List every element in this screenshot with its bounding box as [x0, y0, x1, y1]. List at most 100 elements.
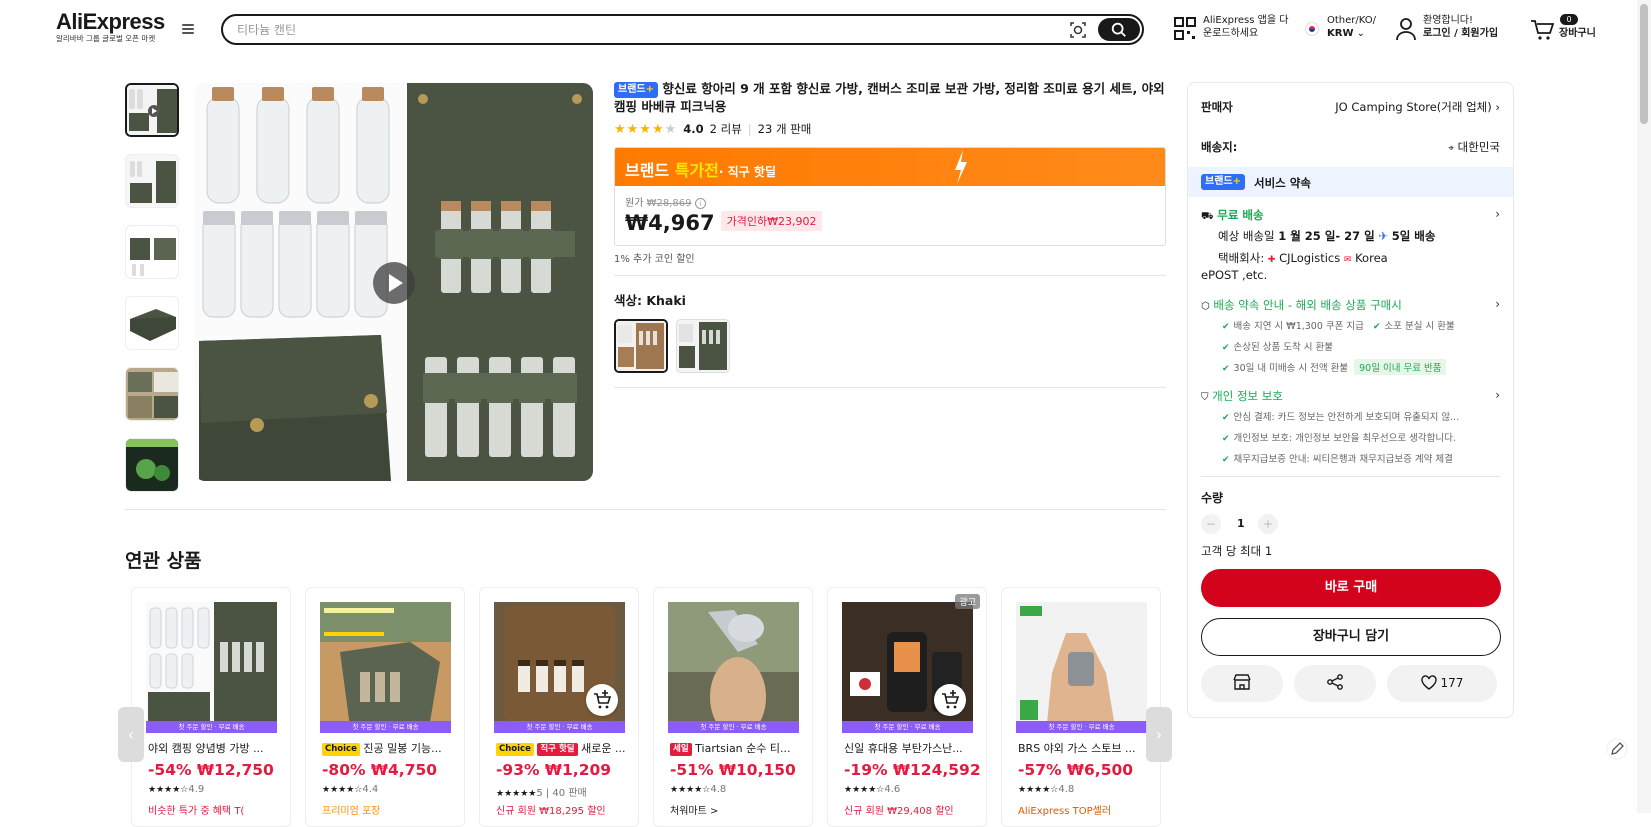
product-card-image	[146, 602, 277, 733]
video-play-icon[interactable]	[373, 262, 415, 304]
thumbnail-1[interactable]	[125, 83, 179, 137]
product-card-title: BRS 야외 가스 스토브 ...	[1018, 740, 1153, 756]
product-card[interactable]: 첫 주문 할인 · 무료 배송 야외 캠핑 양념병 가방 ... -54% ₩12,…	[131, 587, 291, 827]
product-card-price: -19% ₩124,592	[844, 761, 981, 779]
original-price-row: 원가 ₩28,869 i	[625, 194, 1155, 209]
top-header: AliExpress 알리바바 그룹 글로벌 오픈 마켓 AliExpress …	[0, 0, 1651, 58]
cart-link[interactable]: 장바구니	[1559, 27, 1596, 40]
seller-row[interactable]: 판매자 JO Camping Store(거래 업체) ›	[1201, 99, 1500, 115]
rating-value: 4.0	[683, 122, 704, 136]
review-count-link[interactable]: 2 리뷰	[710, 121, 742, 137]
wishlist-button[interactable]: 177	[1387, 665, 1497, 702]
courier-label: 택배회사:	[1218, 251, 1265, 265]
sale-price: ₩4,967	[625, 211, 715, 235]
korea-flag-icon	[1305, 22, 1319, 36]
rating-value: 4.8	[1058, 784, 1075, 795]
lightning-icon	[955, 150, 967, 184]
user-icon[interactable]	[1395, 17, 1417, 41]
product-card[interactable]: 첫 주문 할인 · 무료 배송 세일 Tiartsian 순수 티... -51% …	[653, 587, 813, 827]
carousel-prev-button[interactable]: ‹	[118, 707, 144, 762]
qr-code-icon[interactable]	[1174, 17, 1196, 41]
shipping-promise-row[interactable]: ⬡ 배송 약속 안내 - 해외 배송 상품 구매시 ›	[1201, 297, 1500, 313]
brand-plus-badge: 브랜드+	[1201, 174, 1245, 190]
app-download-text-1: AliExpress 앱을 다	[1203, 15, 1289, 26]
check-icon: ✔	[1222, 322, 1230, 332]
chevron-right-icon: ›	[1495, 100, 1500, 114]
privacy-text-3: 채무지급보증 안내: 씨티은행과 채무지급보증 계약 체결	[1233, 454, 1453, 465]
thumbnail-2[interactable]	[125, 154, 179, 208]
product-card-price: -51% ₩10,150	[670, 761, 796, 779]
product-card[interactable]: 첫 주문 할인 · 무료 배송 Choice 직구 핫딜 새로운 ... -93% …	[479, 587, 639, 827]
app-download-link[interactable]: AliExpress 앱을 다 운로드하세요	[1203, 14, 1288, 40]
product-title-text: 야외 캠핑 양념병 가방 ...	[148, 742, 264, 755]
courier-cj: CJLogistics	[1279, 251, 1341, 265]
price-drop-badge: 가격인하₩23,902	[720, 211, 823, 231]
search-button[interactable]	[1098, 18, 1140, 41]
truck-icon: ⛟	[1201, 211, 1214, 222]
promise-text-3: 손상된 상품 도착 시 환불	[1233, 342, 1334, 353]
add-to-cart-button[interactable]: 장바구니 담기	[1201, 618, 1501, 656]
thumbnail-list	[125, 83, 181, 509]
store-button[interactable]	[1201, 665, 1283, 702]
product-tag-2: 직구 핫딜	[537, 743, 578, 756]
thumbnail-3[interactable]	[125, 225, 179, 279]
promo-strip: 첫 주문 할인 · 무료 배송	[146, 721, 277, 733]
ship-to-row[interactable]: 배송지: ⌖ 대한민국	[1201, 139, 1500, 155]
cj-logo-icon: ✚	[1267, 255, 1276, 265]
product-card-rating: ★★★★☆4.6	[844, 784, 900, 795]
product-card-benefit: AliExpress TOP셀러	[1018, 806, 1112, 817]
edit-pen-icon[interactable]	[1606, 738, 1628, 760]
product-card-benefit: 처워마트 >	[670, 806, 719, 817]
aliexpress-logo[interactable]: AliExpress 알리바바 그룹 글로벌 오픈 마켓	[56, 10, 165, 44]
thumbnail-6[interactable]	[125, 438, 179, 492]
product-card[interactable]: 첫 주문 할인 · 무료 배송 BRS 야외 가스 스토브 ... -57% ₩6,…	[1001, 587, 1161, 827]
promo-strip: 첫 주문 할인 · 무료 배송	[842, 721, 973, 733]
swatch-khaki[interactable]	[614, 319, 668, 373]
free-shipping-row[interactable]: ⛟ 무료 배송 ›	[1201, 207, 1500, 224]
privacy-row[interactable]: ⛉ 개인 정보 보호 ›	[1201, 388, 1500, 404]
rating-stars: ★★★★☆	[1018, 785, 1059, 795]
privacy-item: ✔ 개인정보 보호: 개인정보 보안을 최우선으로 생각합니다.	[1222, 430, 1456, 444]
divider	[614, 275, 1166, 276]
add-to-cart-icon[interactable]	[934, 684, 966, 716]
original-price: ₩28,869	[646, 198, 692, 209]
check-icon: ✔	[1222, 413, 1230, 423]
product-title-text: 진공 밀봉 기능...	[363, 742, 442, 755]
page-scrollbar[interactable]	[1637, 0, 1651, 813]
info-icon[interactable]: i	[694, 198, 706, 209]
share-button[interactable]	[1294, 665, 1376, 702]
rating-value: 4.9	[188, 784, 205, 795]
swatch-green[interactable]	[676, 319, 730, 373]
product-title-text: 새로운 ...	[581, 742, 626, 755]
ad-badge: 광고	[955, 594, 980, 609]
rating-stars: ★★★★☆	[670, 785, 711, 795]
rating-value: 4.8	[710, 784, 727, 795]
search-input[interactable]	[237, 20, 1017, 40]
image-search-icon[interactable]	[1068, 20, 1088, 40]
free-return-tag: 90일 이내 무료 반품	[1354, 359, 1447, 375]
quantity-increase-button[interactable]: +	[1258, 514, 1278, 534]
privacy-item: ✔ 안심 결제: 카드 정보는 안전하게 보호되며 유출되지 않...	[1222, 409, 1459, 423]
product-card-title: Choice 직구 핫딜 새로운 ...	[496, 740, 631, 756]
location-pin-icon: ⌖	[1448, 143, 1455, 154]
region-currency-selector[interactable]: Other/KO/ KRW ⌄	[1327, 14, 1376, 40]
chevron-right-icon: ›	[1495, 297, 1500, 311]
eta-row: 예상 배송일 1 월 25 일- 27 일 ✈ 5일 배송	[1218, 228, 1500, 244]
deal-box: 브랜드 특가전· 직구 핫딜 원가 ₩28,869 i ₩4,967 가격인하₩2…	[614, 147, 1166, 246]
product-card[interactable]: 광고 첫 주문 할인 · 무료 배송 신일 휴대용 부탄가스난... -19% ₩1…	[827, 587, 987, 827]
account-link[interactable]: 환영합니다! 로그인 / 회원가입	[1423, 14, 1498, 40]
quantity-value[interactable]: 1	[1237, 517, 1245, 530]
cart-icon[interactable]	[1530, 19, 1554, 41]
product-card[interactable]: 첫 주문 할인 · 무료 배송 Choice 진공 밀봉 기능... -80% ₩4…	[305, 587, 465, 827]
buy-now-button[interactable]: 바로 구매	[1201, 569, 1501, 607]
product-tag: 세일	[670, 743, 692, 756]
epost-logo-icon: ✉	[1343, 255, 1352, 265]
quantity-decrease-button[interactable]: −	[1201, 514, 1221, 534]
product-card-rating: ★★★★☆4.9	[148, 784, 204, 795]
hamburger-menu-icon[interactable]	[180, 22, 196, 38]
product-info: 브랜드+ 향신료 항아리 9 개 포함 향신료 가방, 캔버스 조미료 보관 가…	[614, 80, 1166, 388]
thumbnail-5[interactable]	[125, 367, 179, 421]
add-to-cart-icon[interactable]	[586, 684, 618, 716]
carousel-next-button[interactable]: ›	[1146, 707, 1172, 762]
thumbnail-4[interactable]	[125, 296, 179, 350]
